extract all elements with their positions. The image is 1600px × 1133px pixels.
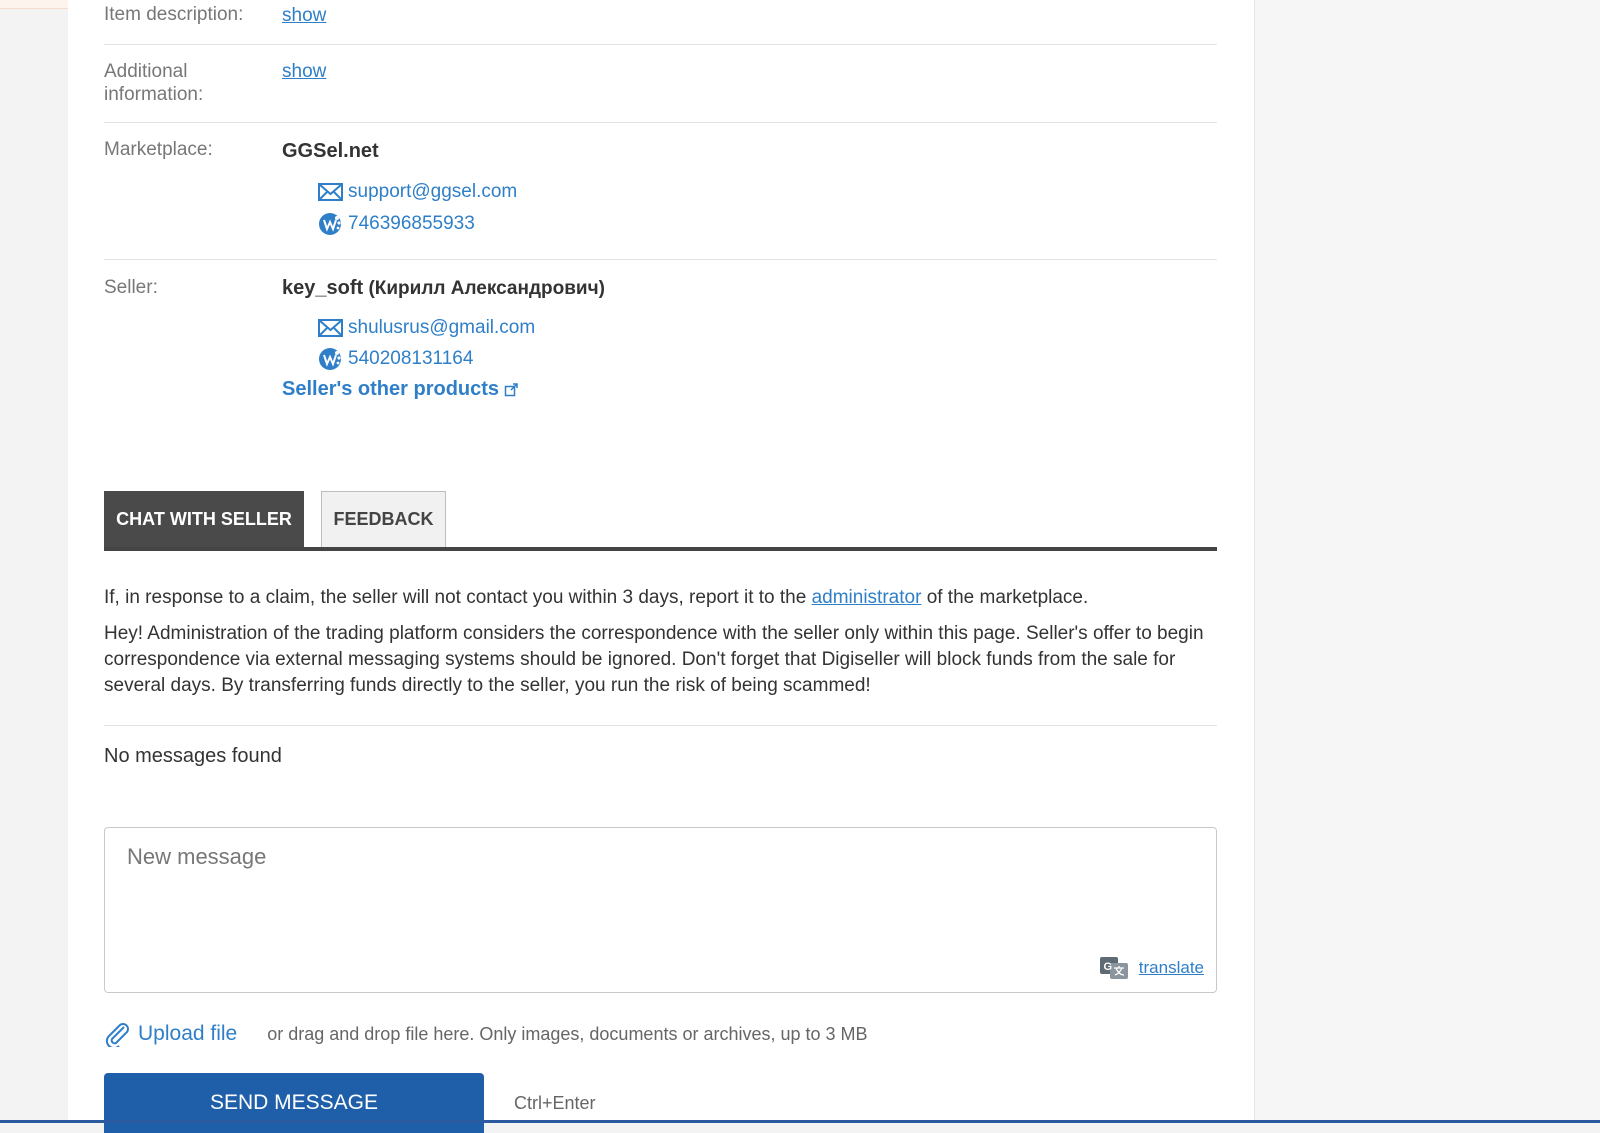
marketplace-email-text: support@ggsel.com: [348, 181, 518, 202]
send-message-button[interactable]: SEND MESSAGE: [104, 1073, 484, 1133]
product-panel: Item description: show Additional inform…: [68, 0, 1254, 1133]
translate-link[interactable]: translate: [1139, 958, 1204, 978]
webmoney-icon: [319, 348, 341, 370]
marketplace-row: Marketplace: GGSel.net support@ggsel.com…: [104, 122, 1217, 260]
seller-login: key_soft: [282, 277, 364, 299]
marketplace-name: GGSel.net: [282, 140, 379, 162]
marketplace-label: Marketplace:: [104, 139, 213, 160]
seller-other-products-link[interactable]: Seller's other products: [282, 378, 518, 401]
new-message-input[interactable]: New message G translate: [104, 827, 1217, 993]
upload-hint: or drag and drop file here. Only images,…: [267, 1023, 868, 1044]
claim-notice-prefix: If, in response to a claim, the seller w…: [104, 587, 807, 608]
upload-area: Upload file or drag and drop file here. …: [104, 1021, 868, 1047]
item-description-label: Item description:: [104, 4, 244, 25]
seller-fullname: (Кирилл Александрович): [368, 278, 605, 299]
seller-email-text: shulusrus@gmail.com: [348, 317, 536, 338]
google-translate-icon: G: [1099, 957, 1128, 979]
seller-email[interactable]: shulusrus@gmail.com: [318, 315, 535, 341]
scam-warning: Hey! Administration of the trading platf…: [104, 623, 1204, 696]
envelope-icon: [318, 183, 343, 201]
upload-file-link[interactable]: Upload file: [138, 1022, 237, 1046]
claim-notice: If, in response to a claim, the seller w…: [104, 585, 1217, 611]
tab-chat-with-seller[interactable]: CHAT WITH SELLER: [104, 491, 304, 547]
item-description-show-link[interactable]: show: [282, 4, 326, 27]
seller-label: Seller:: [104, 277, 158, 298]
administrator-link[interactable]: administrator: [812, 587, 922, 608]
webmoney-icon: [319, 213, 341, 235]
no-messages-text: No messages found: [104, 745, 282, 767]
seller-row: Seller: key_soft (Кирилл Александрович) …: [104, 259, 1217, 429]
tab-feedback[interactable]: FEEDBACK: [321, 491, 446, 547]
translate-control[interactable]: G translate: [1099, 956, 1204, 980]
additional-info-row: Additional information: show: [104, 44, 1217, 123]
item-description-row: Item description: show: [104, 0, 1217, 45]
messages-divider: [104, 725, 1217, 726]
additional-info-label: Additional information:: [104, 61, 204, 105]
seller-wmid[interactable]: 540208131164: [318, 346, 473, 372]
external-link-icon: [504, 382, 518, 396]
paperclip-icon: [105, 1023, 129, 1047]
marketplace-wmid[interactable]: 746396855933: [318, 211, 475, 237]
svg-text:G: G: [1103, 961, 1112, 973]
new-message-placeholder: New message: [127, 844, 267, 869]
envelope-icon: [318, 319, 343, 337]
right-column: [1254, 0, 1600, 1123]
chat-tabs: CHAT WITH SELLER FEEDBACK: [104, 487, 1217, 551]
seller-name: key_soft (Кирилл Александрович): [282, 277, 605, 300]
claim-notice-suffix: of the marketplace.: [926, 587, 1089, 608]
marketplace-wmid-text: 746396855933: [348, 213, 475, 234]
seller-other-products-text: Seller's other products: [282, 378, 500, 400]
send-shortcut-hint: Ctrl+Enter: [514, 1093, 596, 1113]
marketplace-email[interactable]: support@ggsel.com: [318, 179, 517, 205]
additional-info-show-link[interactable]: show: [282, 60, 326, 83]
seller-wmid-text: 540208131164: [348, 348, 474, 369]
